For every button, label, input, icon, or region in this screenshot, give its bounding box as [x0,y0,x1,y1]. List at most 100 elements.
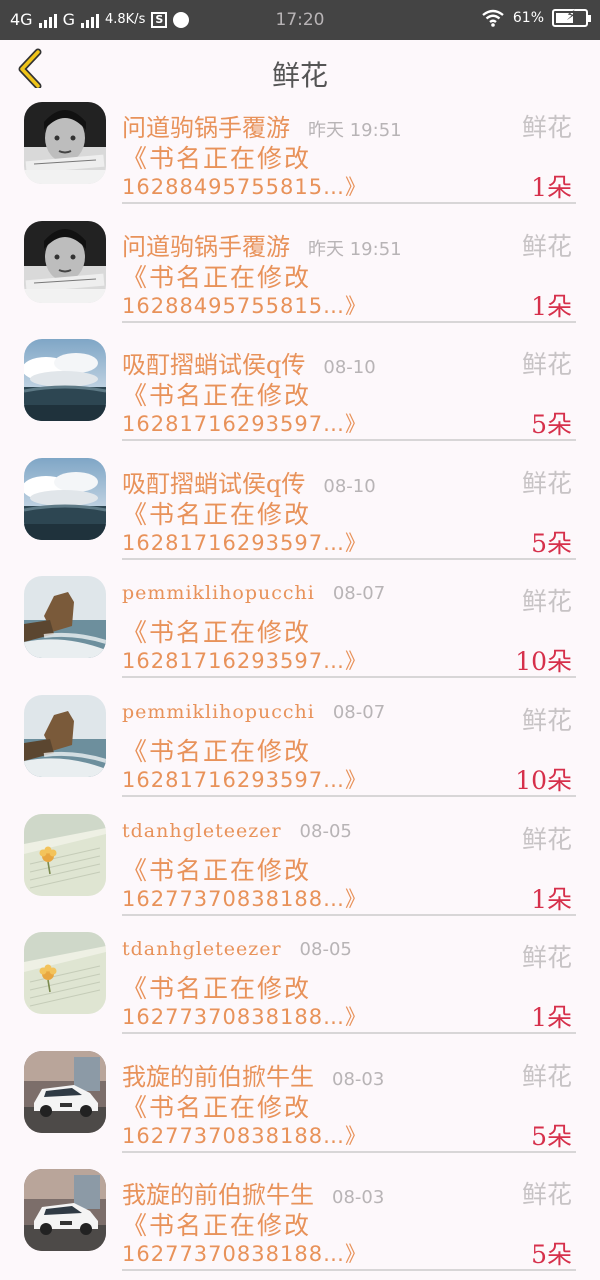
avatar[interactable] [24,457,106,540]
gift-count: 5朵 [531,528,572,558]
item-header: 我旋的前伯掀牛生 08-03 [122,1057,385,1092]
username[interactable]: 吸酊摺蛸试侯q传 [122,464,305,499]
username[interactable]: 吸酊摺蛸试侯q传 [122,345,305,380]
avatar[interactable] [24,576,106,659]
avatar[interactable] [24,695,106,777]
battery-percent: 61% [512,10,544,26]
divider [122,795,576,797]
avatar[interactable] [24,220,106,303]
book-id: 1627737083818​8…》 [122,1123,368,1148]
list-item[interactable]: 问道驹锅手覆游 昨天 19:51 《书名正在修改 1628849575581​5…》 鲜… [0,211,600,329]
divider [122,1150,576,1153]
gift-type-label: 鲜花 [521,113,572,142]
gift-count: 5朵 [531,1240,572,1270]
list-item[interactable]: 我旋的前伯掀牛生 08-03 《书名正在修改 1627737083818​8…》 鲜花 5… [0,1041,600,1159]
item-header: tdanhgleteezer 08-05 [122,820,352,852]
gift-count: 10朵 [515,766,572,795]
timestamp: 08-10 [323,475,376,497]
book-title[interactable]: 《书名正在修改 [122,851,311,887]
item-header: 吸酊摺蛸试侯q传 08-10 [122,345,376,380]
gift-type-label: 鲜花 [521,824,572,854]
gift-type-label: 鲜花 [521,1061,572,1091]
username[interactable]: tdanhgleteezer [122,938,282,960]
book-title[interactable]: 《书名正在修改 [122,258,311,294]
item-header: 我旋的前伯掀牛生 08-03 [122,1175,385,1210]
timestamp: 08-03 [332,1068,385,1090]
status-bar: 4G G 4.8K/s S 17:20 61% ⚡ [0,0,600,40]
item-header: tdanhgleteezer 08-05 [122,938,352,970]
divider [122,557,576,560]
gift-count: 10朵 [515,647,572,677]
gift-count: 1朵 [531,884,572,914]
timestamp: 08-03 [332,1187,385,1209]
divider [122,320,576,323]
book-id: 1627737083818​8…》 [122,1005,368,1030]
avatar[interactable] [24,339,106,422]
book-id: 1628171629359​7…》 [122,412,368,437]
gift-count: 5朵 [531,410,572,440]
book-id: 1628171629359​7…》 [122,530,368,555]
book-id: 1627737083818​8…》 [122,886,368,911]
nav-bar: 鲜花 [0,40,600,92]
item-header: 问道驹锅手覆游 昨天 19:51 [122,227,402,262]
list-item[interactable]: pemmiklihopucchi 08-07 《书名正在修改 162817162935… [0,566,600,684]
gift-count: 1朵 [531,291,572,321]
book-id: 1627737083818​8…》 [122,1242,368,1267]
divider [122,676,576,679]
username[interactable]: pemmiklihopucchi [122,582,315,604]
book-title[interactable]: 《书名正在修改 [122,1088,311,1124]
username[interactable]: pemmiklihopucchi [122,701,315,723]
gift-type-label: 鲜花 [521,231,572,261]
avatar[interactable] [24,1169,106,1252]
book-title[interactable]: 《书名正在修改 [122,732,311,768]
divider [122,439,576,442]
gift-type-label: 鲜花 [521,587,572,617]
book-title[interactable]: 《书名正在修改 [122,613,311,649]
timestamp: 08-05 [299,820,352,842]
book-id: 1628849575581​5…》 [122,293,368,318]
avatar[interactable] [24,1050,106,1133]
divider [122,1032,576,1035]
item-header: pemmiklihopucchi 08-07 [122,701,385,733]
item-header: 问道驹锅手覆游 昨天 19:51 [122,108,402,143]
list-item[interactable]: 吸酊摺蛸试侯q传 08-10 《书名正在修改 1628171629359​7…》 鲜花 5… [0,448,600,566]
avatar[interactable] [24,102,106,184]
timestamp: 08-07 [332,583,386,605]
avatar[interactable] [24,932,106,1015]
gift-count: 1朵 [531,173,572,202]
divider [122,202,576,204]
gift-count: 5朵 [531,1121,572,1151]
item-header: pemmiklihopucchi 08-07 [122,582,385,614]
list-item[interactable]: 吸酊摺蛸试侯q传 08-10 《书名正在修改 1628171629359​7…》 鲜花 5… [0,329,600,447]
book-title[interactable]: 《书名正在修改 [122,969,311,1005]
username[interactable]: 问道驹锅手覆游 [122,227,290,262]
timestamp: 昨天 19:51 [308,238,402,260]
book-title[interactable]: 《书名正在修改 [122,139,311,175]
avatar[interactable] [24,813,106,896]
divider [122,913,576,916]
list-item[interactable]: tdanhgleteezer 08-05 《书名正在修改 1627737083818​… [0,804,600,922]
battery-icon: ⚡ [552,8,591,27]
wifi-icon [482,9,504,27]
username[interactable]: 我旋的前伯掀牛生 [122,1175,314,1210]
book-title[interactable]: 《书名正在修改 [122,376,311,412]
list-item[interactable]: 问道驹锅手覆游 昨天 19:51 《书名正在修改 1628849575581​5…》 鲜… [0,92,600,210]
gift-type-label: 鲜花 [521,350,572,380]
gift-count: 1朵 [531,1003,572,1033]
list-item[interactable]: tdanhgleteezer 08-05 《书名正在修改 1627737083818​… [0,922,600,1040]
list-item[interactable]: 我旋的前伯掀牛生 08-03 《书名正在修改 1627737083818​8…》 鲜花 5… [0,1159,600,1277]
book-title[interactable]: 《书名正在修改 [122,495,311,531]
username[interactable]: 问道驹锅手覆游 [122,108,290,143]
status-right: 61% ⚡ [481,8,591,27]
timestamp: 昨天 19:51 [308,120,402,141]
timestamp: 08-07 [332,702,386,723]
book-title[interactable]: 《书名正在修改 [122,1206,311,1242]
list-item[interactable]: pemmiklihopucchi 08-07 《书名正在修改 162817162935… [0,685,600,803]
username[interactable]: 我旋的前伯掀牛生 [122,1057,314,1092]
gift-type-label: 鲜花 [521,1180,572,1210]
gift-type-label: 鲜花 [521,468,572,498]
username[interactable]: tdanhgleteezer [122,820,282,842]
book-id: 1628171629359​7…》 [122,649,368,674]
book-id: 1628849575581​5…》 [122,175,368,199]
book-id: 1628171629359​7…》 [122,768,368,792]
